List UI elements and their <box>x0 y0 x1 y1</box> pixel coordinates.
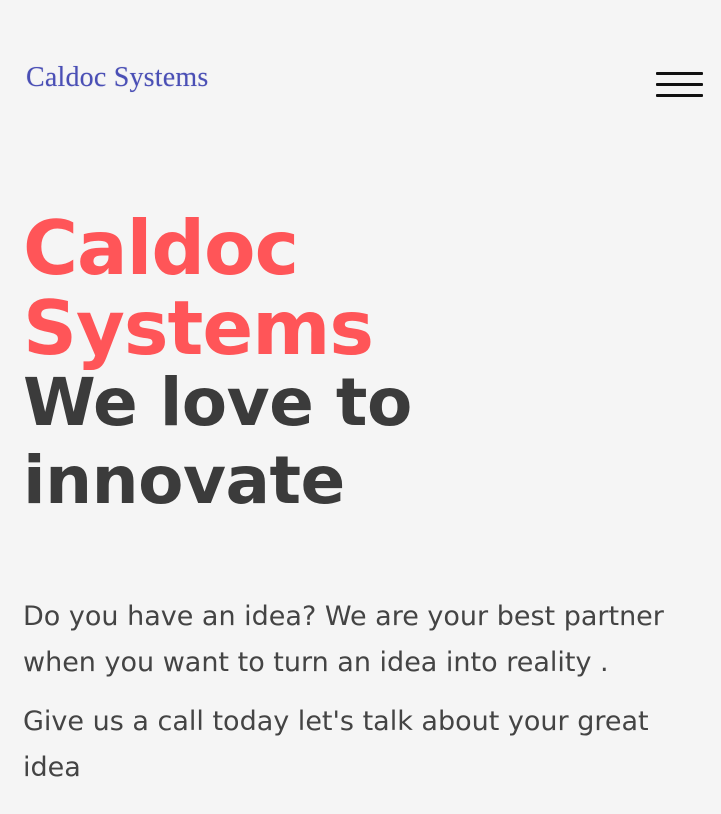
call-to-action-paragraph: Give us a call today let's talk about yo… <box>23 706 649 783</box>
page: Caldoc Systems Caldoc Systems We love to… <box>0 0 721 814</box>
intro-paragraph: Do you have an idea? We are your best pa… <box>23 601 664 678</box>
hero-tagline-line-2: innovate <box>23 442 345 519</box>
hero-section: Caldoc Systems We love to innovate <box>23 208 703 520</box>
hero-brand-line-2: Systems <box>23 284 374 372</box>
site-logo[interactable]: Caldoc Systems <box>26 62 208 94</box>
hero-tagline: We love to innovate <box>23 364 703 520</box>
hamburger-menu-button[interactable] <box>654 70 704 100</box>
hero-brand-title: Caldoc Systems <box>23 208 703 368</box>
hero-brand-line-1: Caldoc <box>23 204 299 292</box>
hero-tagline-line-1: We love to <box>23 364 412 441</box>
